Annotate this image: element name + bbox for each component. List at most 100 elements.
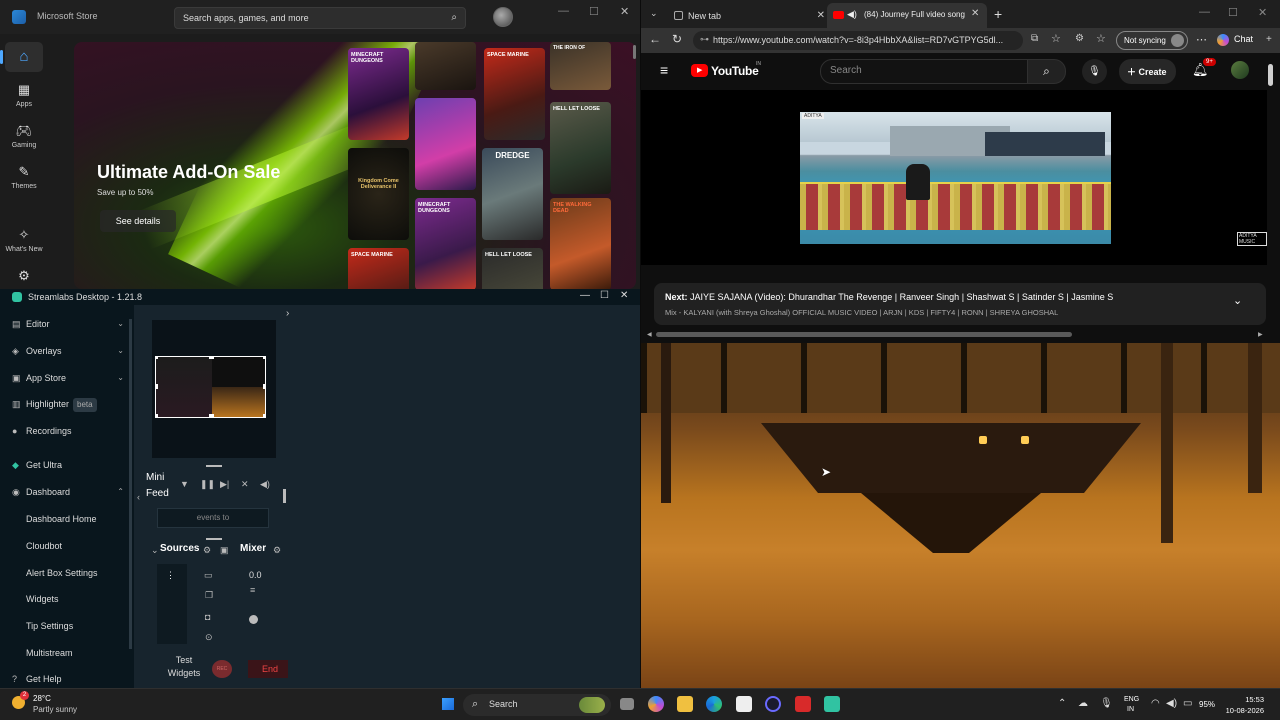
sl-nav-highlighter[interactable]: ▥ Highlighter beta [0,391,134,417]
channel-watermark[interactable]: ADITYA MUSIC [1237,232,1267,246]
sl-sub-widgets[interactable]: Widgets [26,594,59,604]
youtube-account-avatar[interactable] [1231,61,1249,79]
sl-preview-source-box[interactable] [155,356,266,418]
clock-date[interactable]: 10-08-2026 [1222,706,1264,715]
resize-handle[interactable] [156,357,158,359]
vertical-scrollbar[interactable] [1268,64,1273,86]
sl-nav-get-help[interactable]: ? Get Help [0,666,134,688]
battery-percent[interactable]: 95% [1199,700,1215,709]
webcam-icon[interactable]: ◘ [205,612,210,622]
chevron-right-icon[interactable]: › [286,308,289,319]
end-stream-button[interactable]: End [248,660,288,678]
copilot-close-icon[interactable]: + [1266,34,1272,45]
game-capture-icon[interactable]: ⊙ [205,632,213,643]
add-source-icon[interactable]: ▣ [220,545,229,556]
close-tab-icon[interactable]: ✕ [817,10,825,21]
app-available-icon[interactable]: ⧉ [1031,33,1038,44]
ms-nav-gaming[interactable]: 🎮︎ Gaming [0,123,48,149]
display-capture-icon[interactable]: ▭ [204,570,213,581]
sl-sub-alert-box[interactable]: Alert Box Settings [26,568,98,578]
search-icon[interactable]: ⌕ [451,12,457,23]
resize-handle[interactable] [209,414,214,417]
resize-handle[interactable] [209,357,214,359]
favorites-icon[interactable]: ☆ [1096,32,1106,45]
close-icon[interactable]: ✕ [1258,6,1267,19]
chat-button[interactable]: Chat [1234,34,1253,44]
ms-store-search-input[interactable]: Search apps, games, and more ⌕ [174,7,466,29]
edge-icon[interactable] [706,696,722,712]
site-info-icon[interactable]: ⊶ [700,34,709,45]
audio-playing-icon[interactable]: ◀) [847,9,857,20]
hamburger-menu-icon[interactable]: ≡ [660,62,668,78]
youtube-logo-text[interactable]: YouTube [711,64,759,78]
more-options-icon[interactable]: ⋯ [1196,33,1207,46]
clock-time[interactable]: 15:53 [1222,695,1264,704]
taskbar-search[interactable]: ⌕ Search [463,694,611,716]
favorite-star-icon[interactable]: ☆ [1051,32,1061,45]
start-button[interactable] [441,697,455,711]
game-tile[interactable]: SPACE MARINE [348,248,409,289]
task-view-icon[interactable] [620,698,634,710]
mixer-knob[interactable] [249,615,258,624]
tab-new-tab[interactable]: New tab ✕ [668,5,825,28]
wifi-icon[interactable]: ◠ [1151,698,1160,709]
game-tile[interactable]: SPACE MARINE [484,48,545,140]
maximize-icon[interactable]: ☐ [600,290,609,301]
maximize-icon[interactable]: ☐ [1228,6,1238,19]
sl-sub-multistream[interactable]: Multistream [26,648,73,658]
minimize-icon[interactable]: — [558,5,569,17]
window-capture-icon[interactable]: ❐ [205,590,213,601]
ms-nav-themes[interactable]: ✎ Themes [0,164,48,190]
close-icon[interactable]: ✕ [620,290,628,301]
microphone-icon[interactable]: 🎙︎ [1100,698,1113,709]
video-player[interactable]: ADITYA ADITYA MUSIC [641,90,1267,265]
chevron-left-icon[interactable]: ‹ [137,492,140,502]
resize-handle[interactable] [156,384,158,389]
tab-youtube[interactable]: ◀) (84) Journey Full video song [827,3,987,28]
ms-nav-home[interactable]: ⌂ [5,42,43,72]
youtube-logo-icon[interactable]: ▶ [691,64,708,77]
resize-handle[interactable] [263,384,265,389]
copilot-taskbar-icon[interactable] [648,696,664,712]
game-tile[interactable]: THE WALKING DEAD [550,198,611,289]
record-button[interactable]: REC [212,660,232,678]
scroll-right-icon[interactable]: ▶ [1258,331,1263,338]
maximize-icon[interactable]: ☐ [589,5,599,18]
chevron-down-icon[interactable]: ⌄ [1233,294,1242,307]
app-icon[interactable] [795,696,811,712]
game-tile[interactable]: HELL LET LOOSE [550,102,611,194]
game-tile[interactable] [415,98,476,190]
weather-condition[interactable]: Partly sunny [33,705,77,714]
tab-actions-icon[interactable]: ⌄ [650,8,658,19]
up-next-panel[interactable]: Next: JAIYE SAJANA (Video): Dhurandhar T… [654,283,1266,325]
youtube-search-input[interactable]: Search [820,59,1028,84]
file-explorer-icon[interactable] [677,696,693,712]
sl-nav-editor[interactable]: ▤ Editor ⌄ [0,311,134,337]
sl-nav-app-store[interactable]: ▣ App Store ⌄ [0,365,134,391]
resize-handle[interactable] [263,414,265,417]
copilot-icon[interactable] [1217,34,1229,46]
minimize-icon[interactable]: — [580,290,590,301]
mixer-settings-icon[interactable]: ⚙ [273,545,281,556]
sl-nav-get-ultra[interactable]: ◆ Get Ultra [0,452,134,478]
sl-nav-dashboard[interactable]: ◉ Dashboard ⌃ [0,479,134,505]
volume-icon[interactable]: ◀) [1166,698,1177,709]
sl-sub-dashboard-home[interactable]: Dashboard Home [26,514,97,524]
chevron-down-icon[interactable]: ⌄ [117,311,124,337]
app-icon[interactable] [765,696,781,712]
see-details-button[interactable]: See details [100,210,176,232]
sl-nav-overlays[interactable]: ◈ Overlays ⌄ [0,338,134,364]
ms-nav-downloads[interactable]: ⚙ [0,268,48,287]
new-tab-button[interactable]: + [994,6,1002,22]
sl-sub-tip-settings[interactable]: Tip Settings [26,621,73,631]
refresh-icon[interactable]: ↻ [672,32,682,46]
back-icon[interactable]: ← [649,32,661,46]
not-syncing-button[interactable]: Not syncing [1116,31,1188,50]
close-tab-icon[interactable]: ✕ [971,8,979,19]
scroll-left-icon[interactable]: ◀ [647,331,652,338]
weather-icon[interactable]: 2 [10,691,29,712]
ms-store-account-avatar[interactable] [493,7,513,27]
resize-handle[interactable] [156,414,158,417]
video-frame[interactable]: ADITYA [800,112,1111,244]
extensions-icon[interactable]: ⚙ [1075,33,1084,44]
